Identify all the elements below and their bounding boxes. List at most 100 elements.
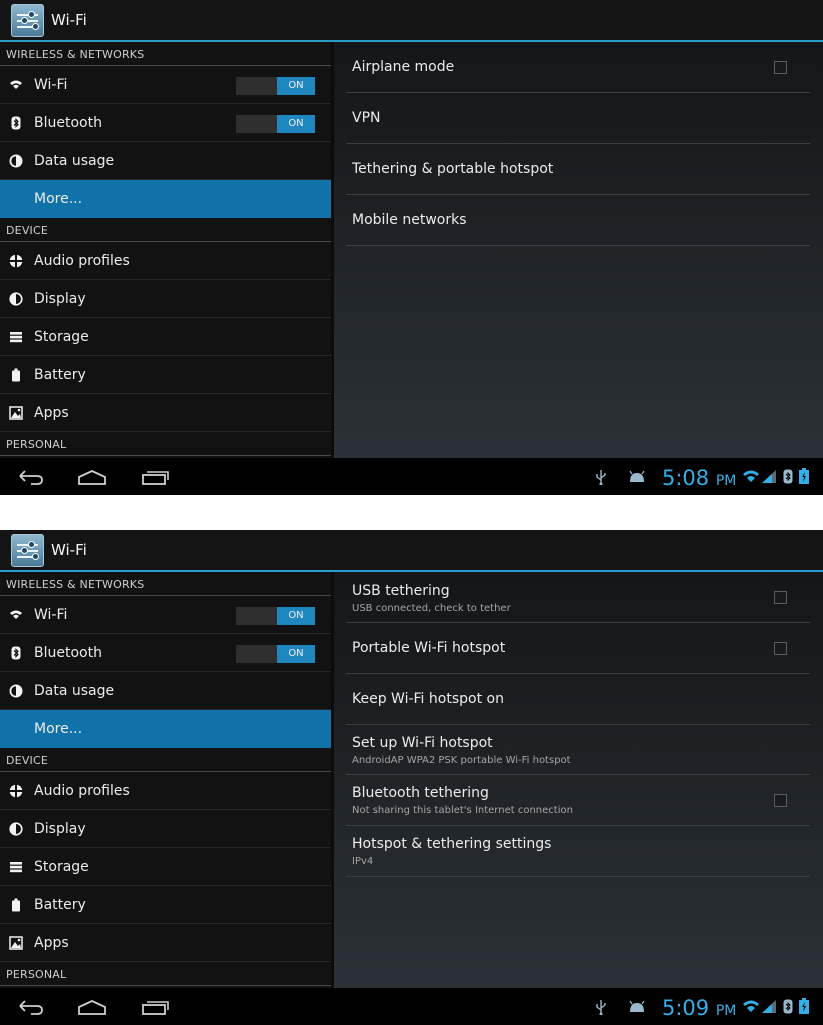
nav-item-storage[interactable]: Storage [0, 318, 331, 356]
pref-title: Mobile networks [352, 212, 467, 228]
data-usage-icon [9, 684, 23, 698]
nav-item-label: Battery [34, 367, 86, 383]
pref-vpn[interactable]: VPN [346, 93, 810, 144]
settings-app-icon[interactable] [11, 534, 44, 567]
clock-time: 5:08 [662, 466, 710, 490]
toggle-on-label: ON [277, 645, 315, 663]
android-debug-icon [629, 1000, 645, 1012]
nav-item-label: Display [34, 821, 86, 837]
home-icon[interactable] [77, 467, 107, 487]
bluetooth-status-icon [783, 999, 793, 1014]
home-icon[interactable] [77, 997, 107, 1017]
nav-item-wifi[interactable]: Wi-Fi ON [0, 66, 331, 104]
nav-item-label: Apps [34, 935, 69, 951]
nav-item-label: Data usage [34, 683, 115, 699]
system-navigation-bar: 5:08 PM [0, 458, 823, 495]
usb-icon [596, 470, 606, 485]
recent-apps-icon[interactable] [140, 467, 170, 487]
nav-item-apps[interactable]: Apps [0, 924, 331, 962]
apps-icon [9, 406, 23, 420]
pref-tethering-hotspot[interactable]: Tethering & portable hotspot [346, 144, 810, 195]
clock-ampm: PM [715, 473, 737, 489]
nav-item-label: Storage [34, 859, 89, 875]
section-header-wireless: WIRELESS & NETWORKS [0, 42, 331, 66]
storage-icon [10, 332, 22, 343]
settings-app-icon[interactable] [11, 4, 44, 37]
nav-item-data-usage[interactable]: Data usage [0, 672, 331, 710]
nav-item-more[interactable]: More... [0, 180, 331, 218]
pref-bluetooth-tethering[interactable]: Bluetooth tethering Not sharing this tab… [346, 775, 810, 826]
nav-item-label: More... [34, 191, 83, 207]
pref-summary: Not sharing this tablet's Internet conne… [352, 805, 573, 816]
nav-item-audio-profiles[interactable]: Audio profiles [0, 242, 331, 280]
section-header-personal: PERSONAL [0, 432, 331, 456]
cell-signal-icon [762, 470, 776, 483]
pref-title: Tethering & portable hotspot [352, 161, 554, 177]
audio-profiles-icon [9, 254, 23, 268]
nav-item-label: Audio profiles [34, 783, 130, 799]
airplane-mode-checkbox[interactable] [774, 61, 787, 74]
wifi-signal-icon [743, 470, 759, 482]
audio-profiles-icon [9, 784, 23, 798]
nav-item-label: Apps [34, 405, 69, 421]
wifi-toggle[interactable]: ON [236, 607, 315, 625]
wifi-toggle[interactable]: ON [236, 77, 315, 95]
display-icon [9, 822, 23, 836]
pref-portable-wifi-hotspot[interactable]: Portable Wi-Fi hotspot [346, 623, 810, 674]
pref-airplane-mode[interactable]: Airplane mode [346, 42, 810, 93]
pref-hotspot-tethering-settings[interactable]: Hotspot & tethering settings IPv4 [346, 826, 810, 877]
nav-item-data-usage[interactable]: Data usage [0, 142, 331, 180]
toggle-on-label: ON [277, 77, 315, 95]
system-navigation-bar: 5:09 PM [0, 988, 823, 1025]
pref-setup-wifi-hotspot[interactable]: Set up Wi-Fi hotspot AndroidAP WPA2 PSK … [346, 725, 810, 775]
action-bar-title: Wi-Fi [51, 541, 87, 559]
section-header-device: DEVICE [0, 218, 331, 242]
nav-item-apps[interactable]: Apps [0, 394, 331, 432]
nav-item-bluetooth[interactable]: Bluetooth ON [0, 104, 331, 142]
nav-item-label: Display [34, 291, 86, 307]
data-usage-icon [9, 154, 23, 168]
pref-title: Airplane mode [352, 59, 455, 75]
bluetooth-tethering-checkbox[interactable] [774, 794, 787, 807]
nav-item-more[interactable]: More... [0, 710, 331, 748]
nav-item-label: More... [34, 721, 83, 737]
status-clock: 5:08 PM [662, 466, 736, 490]
bluetooth-toggle[interactable]: ON [236, 645, 315, 663]
usb-tethering-checkbox[interactable] [774, 591, 787, 604]
wifi-icon [10, 80, 22, 89]
nav-item-bluetooth[interactable]: Bluetooth ON [0, 634, 331, 672]
pref-keep-hotspot-on[interactable]: Keep Wi-Fi hotspot on [346, 674, 810, 725]
bluetooth-icon [11, 116, 21, 130]
more-settings-list[interactable]: Airplane mode VPN Tethering & portable h… [334, 42, 823, 458]
nav-item-label: Data usage [34, 153, 115, 169]
nav-item-wifi[interactable]: Wi-Fi ON [0, 596, 331, 634]
android-debug-icon [629, 470, 645, 482]
nav-item-display[interactable]: Display [0, 810, 331, 848]
settings-headers-list[interactable]: WIRELESS & NETWORKS Wi-Fi ON Bluetooth O… [0, 572, 331, 988]
nav-item-audio-profiles[interactable]: Audio profiles [0, 772, 331, 810]
pref-mobile-networks[interactable]: Mobile networks [346, 195, 810, 246]
nav-item-battery[interactable]: Battery [0, 356, 331, 394]
tethering-settings-list[interactable]: USB tethering USB connected, check to te… [334, 572, 823, 988]
nav-item-storage[interactable]: Storage [0, 848, 331, 886]
usb-icon [596, 1000, 606, 1015]
wifi-icon [10, 610, 22, 619]
nav-item-display[interactable]: Display [0, 280, 331, 318]
clock-time: 5:09 [662, 996, 710, 1020]
nav-item-battery[interactable]: Battery [0, 886, 331, 924]
screenshot-2: Wi-Fi WIRELESS & NETWORKS Wi-Fi ON Bluet… [0, 530, 823, 1025]
back-icon[interactable] [17, 467, 45, 487]
pref-title: Keep Wi-Fi hotspot on [352, 691, 504, 707]
pref-usb-tethering[interactable]: USB tethering USB connected, check to te… [346, 572, 810, 623]
bluetooth-toggle[interactable]: ON [236, 115, 315, 133]
pref-title: USB tethering [352, 583, 450, 599]
pref-summary: IPv4 [352, 856, 374, 867]
portable-hotspot-checkbox[interactable] [774, 642, 787, 655]
back-icon[interactable] [17, 997, 45, 1017]
pref-title: Bluetooth tethering [352, 785, 489, 801]
nav-item-label: Storage [34, 329, 89, 345]
settings-headers-list[interactable]: WIRELESS & NETWORKS Wi-Fi ON Bluetooth O… [0, 42, 331, 458]
pref-title: Set up Wi-Fi hotspot [352, 735, 493, 751]
section-header-device: DEVICE [0, 748, 331, 772]
recent-apps-icon[interactable] [140, 997, 170, 1017]
